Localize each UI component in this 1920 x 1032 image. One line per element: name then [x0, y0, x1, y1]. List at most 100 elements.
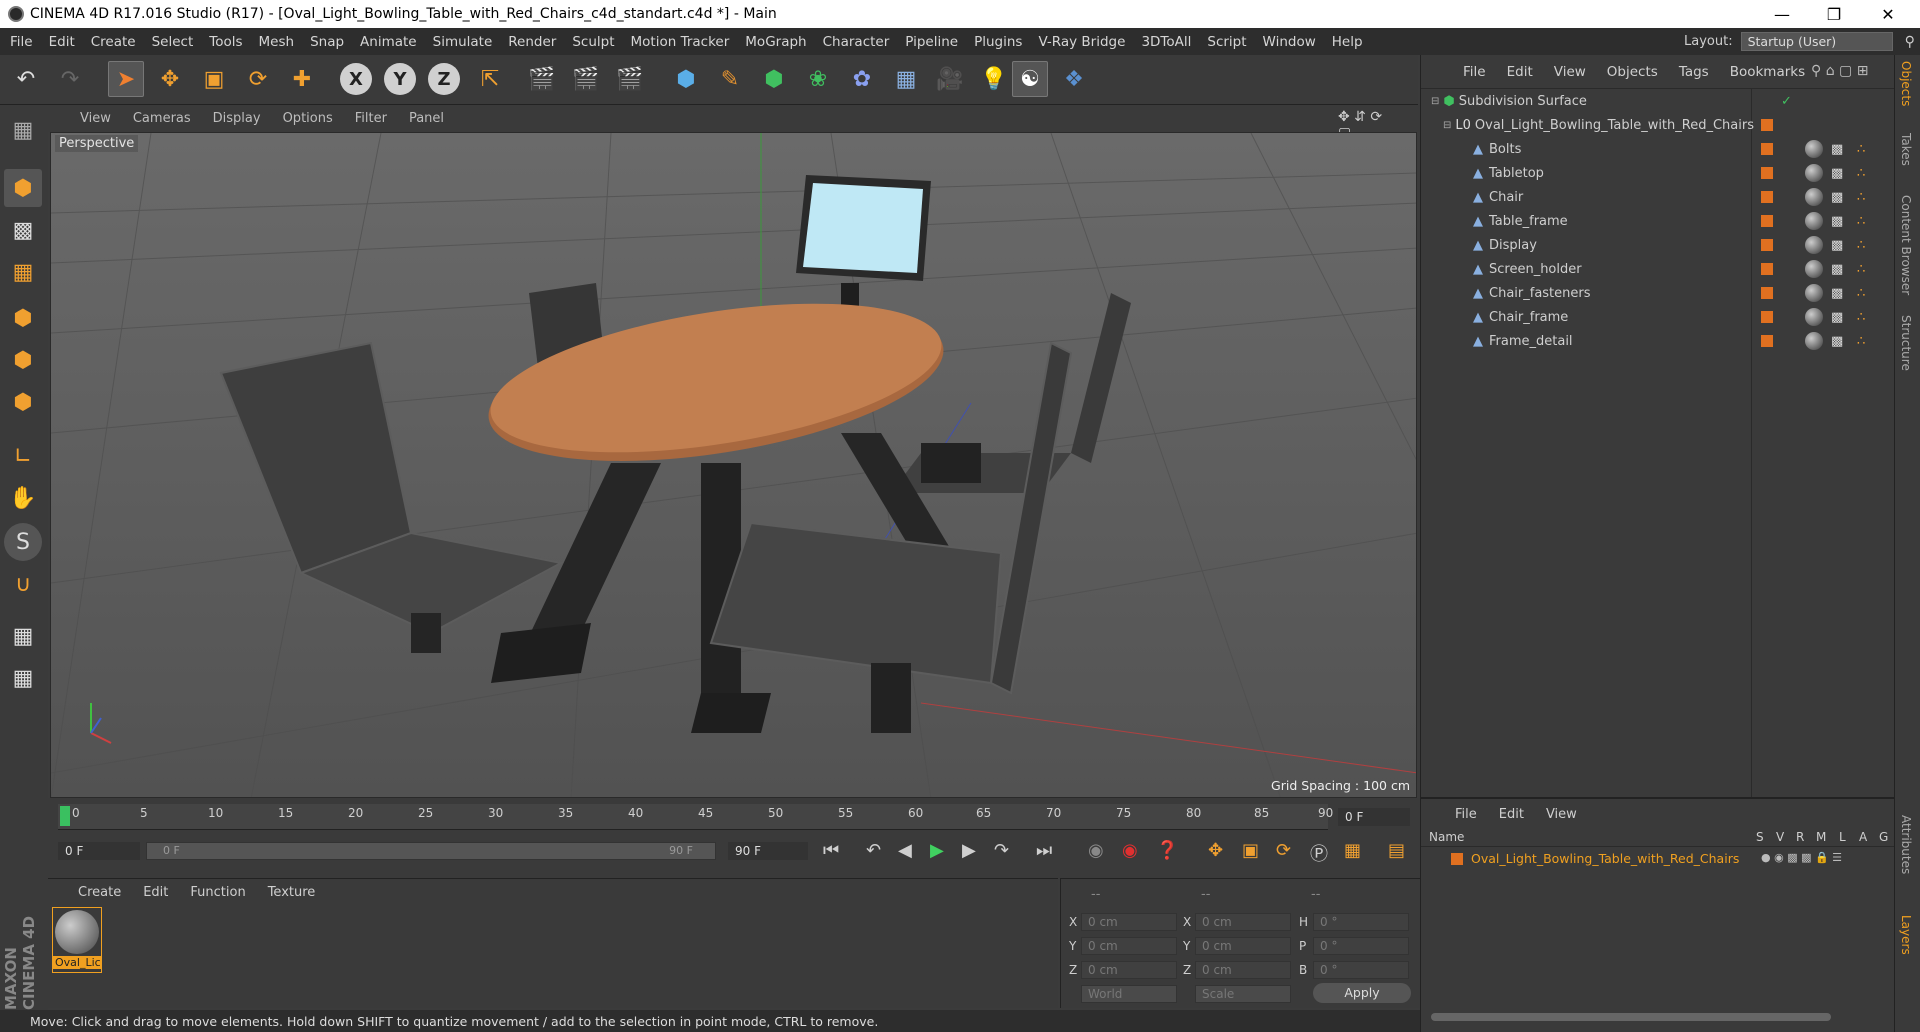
obj-menu-file[interactable]: File: [1463, 64, 1486, 80]
camera-icon[interactable]: 🎥: [932, 61, 968, 97]
menu-plugins[interactable]: Plugins: [974, 34, 1022, 50]
texture-tag-icon[interactable]: ∴: [1857, 214, 1865, 229]
object-row-bolts[interactable]: ▲ Bolts ▩ ∴: [1421, 137, 1895, 161]
layer-scrollbar[interactable]: [1431, 1013, 1831, 1021]
maximize-icon[interactable]: ❐: [1808, 0, 1860, 28]
key-position-icon[interactable]: ✥: [1208, 840, 1223, 861]
search-icon[interactable]: ⚲: [1905, 34, 1915, 50]
material-tag-icon[interactable]: [1805, 284, 1823, 302]
menu-animate[interactable]: Animate: [360, 34, 417, 50]
minimize-icon[interactable]: —: [1756, 0, 1808, 28]
axis-mode-icon[interactable]: ∟: [4, 437, 42, 475]
tab-objects[interactable]: Objects: [1899, 61, 1913, 106]
key-rotation-icon[interactable]: ⟳: [1276, 840, 1291, 861]
subdivision-icon[interactable]: ⬢: [756, 61, 792, 97]
material-tag-icon[interactable]: [1805, 164, 1823, 182]
rotation-h-field[interactable]: 0 °: [1313, 913, 1409, 931]
object-manager-tools[interactable]: ⚲ ⌂ ▢ ⊞: [1811, 63, 1868, 79]
scale-tool-icon[interactable]: ▣: [196, 61, 232, 97]
material-swatch[interactable]: Oval_Lic: [52, 907, 102, 973]
texture-tag-icon[interactable]: ∴: [1857, 238, 1865, 253]
close-icon[interactable]: ✕: [1862, 0, 1914, 28]
layer-row[interactable]: Oval_Light_Bowling_Table_with_Red_Chairs…: [1421, 849, 1895, 869]
z-axis-icon[interactable]: Z: [428, 63, 460, 95]
rotation-b-field[interactable]: 0 °: [1313, 961, 1409, 979]
material-tag-icon[interactable]: [1805, 332, 1823, 350]
tab-takes[interactable]: Takes: [1899, 133, 1913, 166]
uv-tag-icon[interactable]: ▩: [1831, 334, 1843, 349]
viewport-menu-options[interactable]: Options: [283, 111, 333, 126]
enabled-check-icon[interactable]: ✓: [1781, 94, 1792, 109]
layer-menu-file[interactable]: File: [1455, 807, 1477, 822]
live-select-icon[interactable]: ✚: [284, 61, 320, 97]
grid-snap-icon[interactable]: ▦: [4, 659, 42, 697]
go-to-start-icon[interactable]: ⏮: [823, 840, 839, 861]
rotate-tool-icon[interactable]: ⟳: [240, 61, 276, 97]
uv-tag-icon[interactable]: ▩: [1831, 286, 1843, 301]
tab-structure[interactable]: Structure: [1899, 315, 1913, 371]
apply-button[interactable]: Apply: [1313, 983, 1411, 1003]
viewport-menu-display[interactable]: Display: [213, 111, 261, 126]
viewport-menu-filter[interactable]: Filter: [355, 111, 387, 126]
keyframe-help-icon[interactable]: ❓: [1156, 840, 1178, 861]
model-mode-icon[interactable]: ⬢: [4, 169, 42, 207]
uv-tag-icon[interactable]: ▩: [1831, 214, 1843, 229]
frame-range-slider[interactable]: 0 F 90 F: [146, 842, 716, 860]
edge-mode-icon[interactable]: ⬢: [4, 341, 42, 379]
menu-edit[interactable]: Edit: [49, 34, 75, 50]
coordinate-system-icon[interactable]: ⇱: [472, 61, 508, 97]
coord-space-select[interactable]: World: [1081, 985, 1177, 1003]
layer-toggle-icons[interactable]: ● ◉ ▩ ▩ 🔒 ☰: [1761, 851, 1842, 864]
menu-3dtoall[interactable]: 3DToAll: [1141, 34, 1191, 50]
menu-pipeline[interactable]: Pipeline: [905, 34, 958, 50]
obj-menu-view[interactable]: View: [1554, 64, 1586, 80]
layer-color-swatch[interactable]: [1761, 143, 1773, 155]
object-row-screen-holder[interactable]: ▲ Screen_holder ▩ ∴: [1421, 257, 1895, 281]
autokey-icon[interactable]: ◉: [1122, 840, 1138, 861]
current-frame-field[interactable]: 0 F: [1338, 808, 1410, 826]
start-frame-field[interactable]: 0 F: [58, 842, 140, 860]
size-x-field[interactable]: 0 cm: [1195, 913, 1291, 931]
material-tag-icon[interactable]: [1805, 308, 1823, 326]
texture-tag-icon[interactable]: ∴: [1857, 286, 1865, 301]
make-editable-icon[interactable]: ▦: [4, 111, 42, 149]
layer-color-swatch[interactable]: [1761, 287, 1773, 299]
end-frame-field[interactable]: 90 F: [728, 842, 808, 860]
undo-icon[interactable]: ↶: [8, 61, 44, 97]
layer-color-swatch[interactable]: [1761, 167, 1773, 179]
menu-mesh[interactable]: Mesh: [259, 34, 295, 50]
layer-menu-view[interactable]: View: [1546, 807, 1577, 822]
obj-menu-objects[interactable]: Objects: [1607, 64, 1658, 80]
material-tag-icon[interactable]: [1805, 236, 1823, 254]
obj-menu-edit[interactable]: Edit: [1507, 64, 1533, 80]
key-parameter-icon[interactable]: Ⓟ: [1310, 840, 1328, 866]
step-forward-icon[interactable]: ▶: [962, 840, 976, 861]
step-back-icon[interactable]: ◀: [898, 840, 912, 861]
object-row-tabletop[interactable]: ▲ Tabletop ▩ ∴: [1421, 161, 1895, 185]
size-z-field[interactable]: 0 cm: [1195, 961, 1291, 979]
texture-tag-icon[interactable]: ∴: [1857, 142, 1865, 157]
timeline-window-icon[interactable]: ▤: [1388, 840, 1405, 861]
tab-layers[interactable]: Layers: [1899, 915, 1913, 955]
position-x-field[interactable]: 0 cm: [1081, 913, 1177, 931]
pen-icon[interactable]: ✎: [712, 61, 748, 97]
size-y-field[interactable]: 0 cm: [1195, 937, 1291, 955]
menu-select[interactable]: Select: [152, 34, 194, 50]
layer-color-swatch[interactable]: [1761, 191, 1773, 203]
uv-tag-icon[interactable]: ▩: [1831, 238, 1843, 253]
material-menu-texture[interactable]: Texture: [268, 885, 316, 900]
object-row-group[interactable]: ⊟ L0 Oval_Light_Bowling_Table_with_Red_C…: [1421, 113, 1895, 137]
collapse-icon[interactable]: ⊟: [1443, 120, 1451, 131]
menu-motion-tracker[interactable]: Motion Tracker: [631, 34, 730, 50]
select-tool-icon[interactable]: ➤: [108, 61, 144, 97]
mograph-cloner-icon[interactable]: ❀: [800, 61, 836, 97]
menu-vray-bridge[interactable]: V-Ray Bridge: [1038, 34, 1125, 50]
point-mode-icon[interactable]: ⬢: [4, 299, 42, 337]
menu-help[interactable]: Help: [1332, 34, 1363, 50]
uv-tag-icon[interactable]: ▩: [1831, 310, 1843, 325]
play-icon[interactable]: ▶: [930, 840, 944, 861]
layer-color-swatch[interactable]: [1761, 119, 1773, 131]
layer-color-swatch[interactable]: [1451, 853, 1463, 865]
texture-tag-icon[interactable]: ∴: [1857, 262, 1865, 277]
playhead[interactable]: [60, 806, 70, 826]
